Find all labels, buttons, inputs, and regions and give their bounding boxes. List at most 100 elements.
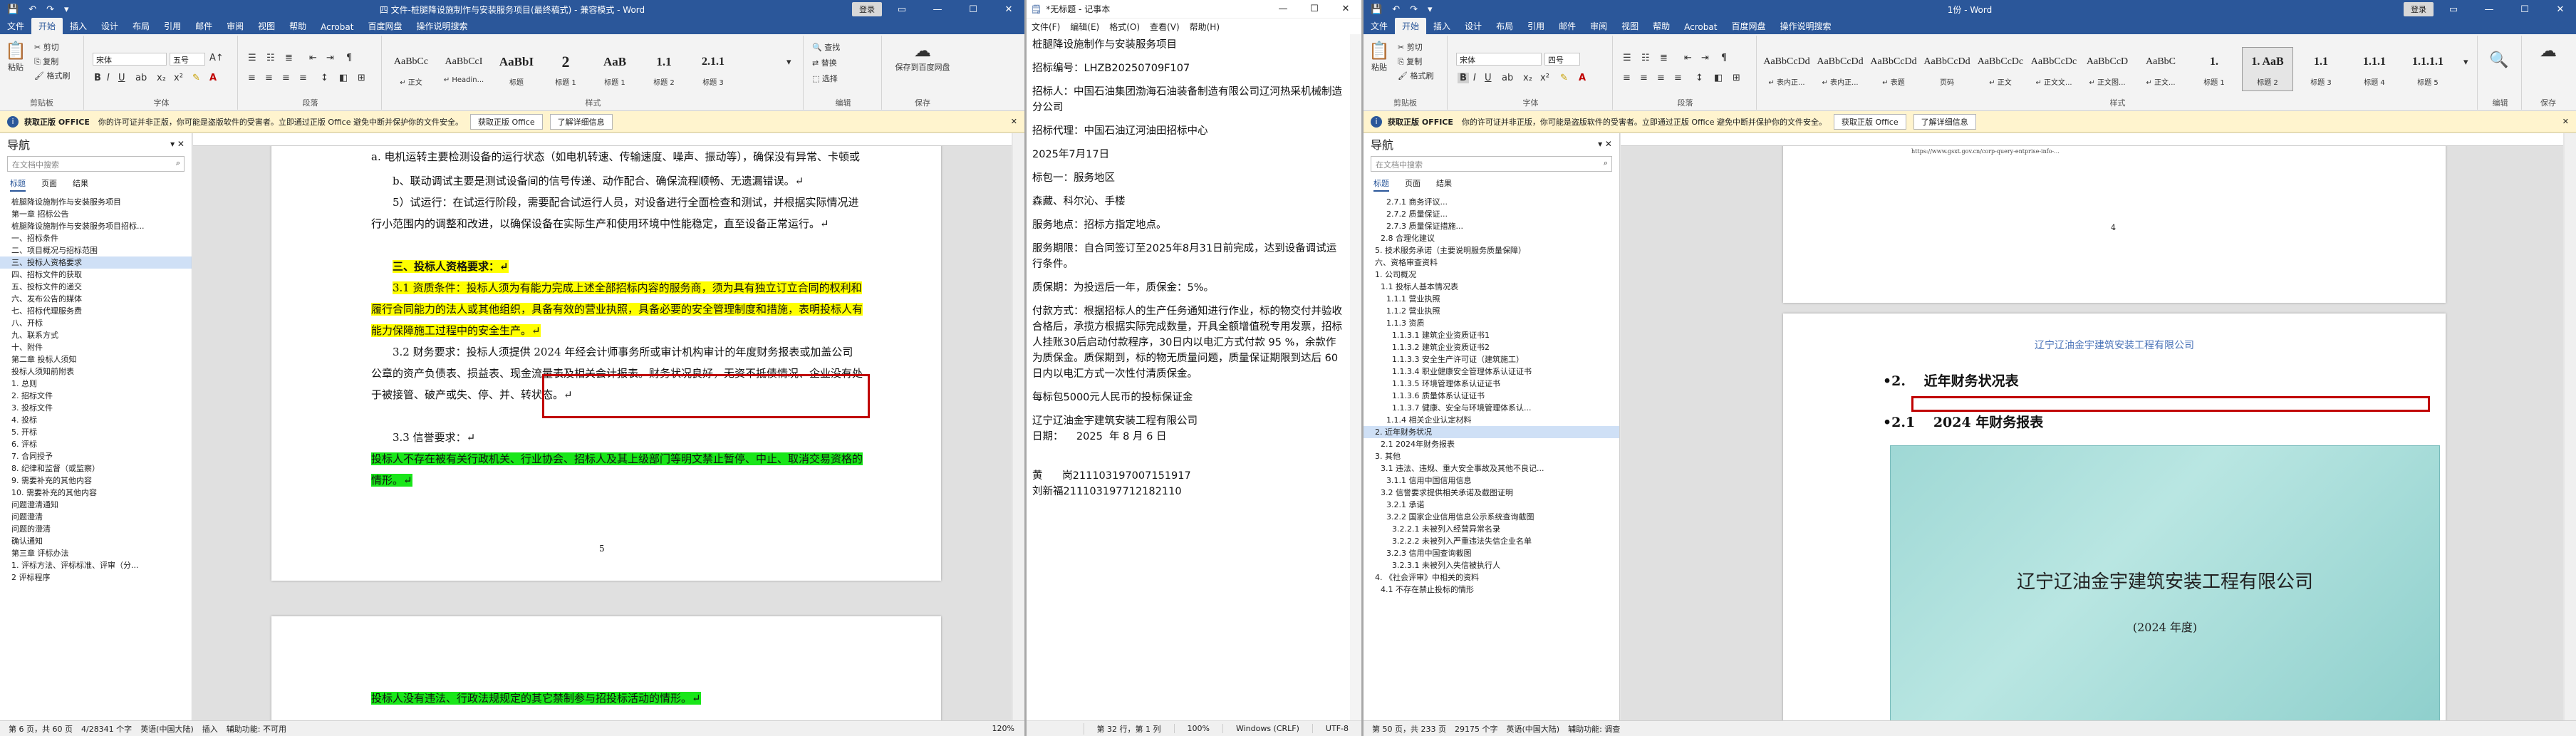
tab-layout[interactable]: 布局 xyxy=(1489,18,1520,34)
nav-item[interactable]: 1.1.2 营业执照 xyxy=(1364,305,1619,317)
tab-view[interactable]: 视图 xyxy=(251,18,282,34)
close-bar-icon[interactable]: ✕ xyxy=(2562,117,2569,126)
nav-item[interactable]: 1.1.3.4 职业健康安全管理体系认证证书 xyxy=(1364,366,1619,378)
word-count[interactable]: 4/28341 个字 xyxy=(81,723,132,735)
word-count[interactable]: 29175 个字 xyxy=(1455,723,1498,735)
font-color-icon[interactable]: A xyxy=(209,73,217,83)
page-count[interactable]: 第 6 页，共 60 页 xyxy=(9,723,73,735)
tab-home[interactable]: 开始 xyxy=(31,18,63,34)
nav-item[interactable]: 5. 技术服务承诺（主要说明服务质量保障） xyxy=(1364,244,1619,256)
paste-button[interactable]: 📋 粘贴 xyxy=(3,40,28,73)
nav-tab-headings[interactable]: 标题 xyxy=(10,177,26,192)
nav-item[interactable]: 第二章 投标人须知 xyxy=(0,353,192,366)
nav-item[interactable]: 二、项目概况与招标范围 xyxy=(0,244,192,256)
baidu-save-button[interactable]: ☁ 保存到百度网盘 xyxy=(890,40,955,73)
customize-icon[interactable]: ▾ xyxy=(64,4,69,15)
tab-review[interactable]: 审阅 xyxy=(1583,18,1614,34)
font-size-select[interactable]: 五号 xyxy=(170,53,205,66)
close-button[interactable]: ✕ xyxy=(1330,4,1361,14)
redo-icon[interactable]: ↷ xyxy=(46,4,54,15)
borders-icon[interactable]: ⊞ xyxy=(1733,73,1740,83)
maximize-button[interactable]: ☐ xyxy=(1299,4,1330,14)
get-office-button[interactable]: 获取正版 Office xyxy=(1834,113,1906,130)
nav-item[interactable]: 4. 投标 xyxy=(0,414,192,426)
find-button[interactable]: 🔍 查找 xyxy=(812,41,840,53)
styles-more-icon[interactable]: ▾ xyxy=(2463,57,2468,68)
style-option[interactable]: 1.1.1 标题 4 xyxy=(2349,47,2400,91)
nav-item[interactable]: 4. 《社会评审》中相关的资料 xyxy=(1364,571,1619,584)
align-center-icon[interactable]: ≡ xyxy=(265,73,273,83)
nav-item[interactable]: 三、投标人资格要求 xyxy=(0,256,192,269)
language[interactable]: 英语(中国大陆) xyxy=(140,723,194,735)
tab-baidu[interactable]: 百度网盘 xyxy=(1724,18,1772,34)
line-spacing-icon[interactable]: ↕ xyxy=(1695,73,1703,83)
nav-item[interactable]: 3.2.1 承诺 xyxy=(1364,499,1619,511)
tab-insert[interactable]: 插入 xyxy=(1426,18,1458,34)
nav-item[interactable]: 2.7.3 质量保证措施... xyxy=(1364,220,1619,232)
language[interactable]: 英语(中国大陆) xyxy=(1506,723,1559,735)
maximize-button[interactable]: ☐ xyxy=(2509,4,2540,15)
nav-item[interactable]: 桩腿降设施制作与安装服务项目招标... xyxy=(0,220,192,232)
style-option[interactable]: AaBbCcDd ↵ 表题 xyxy=(1868,47,1919,91)
nav-tab-pages[interactable]: 页面 xyxy=(1405,177,1421,192)
style-normal[interactable]: AaBbCc ↵ 正文 xyxy=(386,47,436,91)
font-size-select[interactable]: 四号 xyxy=(1544,53,1580,66)
page-count[interactable]: 第 50 页，共 233 页 xyxy=(1372,723,1446,735)
nav-item[interactable]: 3.1 违法、违规、重大安全事故及其他不良记... xyxy=(1364,462,1619,475)
vertical-scrollbar[interactable] xyxy=(1013,133,1024,720)
nav-item[interactable]: 2.1 2024年财务报表 xyxy=(1364,438,1619,450)
subscript-icon[interactable]: x₂ xyxy=(1523,73,1532,83)
nav-item[interactable]: 投标人须知前附表 xyxy=(0,366,192,378)
get-office-button[interactable]: 获取正版 Office xyxy=(470,113,543,130)
nav-item[interactable]: 第三章 评标办法 xyxy=(0,547,192,559)
nav-item[interactable]: 1.1.3.2 建筑企业资质证书2 xyxy=(1364,341,1619,353)
menu-file[interactable]: 文件(F) xyxy=(1027,21,1065,33)
nav-item[interactable]: 2. 近年财务状况 xyxy=(1364,426,1619,438)
minimize-button[interactable]: — xyxy=(2473,4,2505,15)
nav-item[interactable]: 1.1.3.5 环境管理体系认证证书 xyxy=(1364,378,1619,390)
nav-item[interactable]: 3.2 信誉要求提供相关承诺及截图证明 xyxy=(1364,487,1619,499)
tab-view[interactable]: 视图 xyxy=(1614,18,1646,34)
nav-item[interactable]: 1.1.3 资质 xyxy=(1364,317,1619,329)
nav-tab-pages[interactable]: 页面 xyxy=(41,177,57,192)
undo-icon[interactable]: ↶ xyxy=(1392,4,1400,15)
tab-design[interactable]: 设计 xyxy=(94,18,125,34)
tell-me-search[interactable]: 操作说明搜索 xyxy=(1772,18,1838,34)
borders-icon[interactable]: ⊞ xyxy=(358,73,365,83)
tab-references[interactable]: 引用 xyxy=(1520,18,1552,34)
tab-home[interactable]: 开始 xyxy=(1395,18,1427,34)
nav-item[interactable]: 七、招标代理服务费 xyxy=(0,305,192,317)
tab-references[interactable]: 引用 xyxy=(157,18,188,34)
superscript-icon[interactable]: x² xyxy=(1540,73,1549,83)
align-center-icon[interactable]: ≡ xyxy=(1640,73,1648,83)
align-right-icon[interactable]: ≡ xyxy=(282,73,290,83)
nav-item[interactable]: 3.1.1 信用中国信用信息 xyxy=(1364,475,1619,487)
nav-item[interactable]: 5. 开标 xyxy=(0,426,192,438)
nav-item[interactable]: 2. 招标文件 xyxy=(0,390,192,402)
ribbon-options-icon[interactable]: ▭ xyxy=(2438,4,2469,15)
nav-item[interactable]: 五、投标文件的递交 xyxy=(0,281,192,293)
nav-item[interactable]: 3.2.3.1 未被列入失信被执行人 xyxy=(1364,559,1619,571)
nav-item[interactable]: 7. 合同授予 xyxy=(0,450,192,462)
multilevel-icon[interactable]: ≣ xyxy=(285,53,293,63)
nav-item[interactable]: 1.1 投标人基本情况表 xyxy=(1364,281,1619,293)
style-heading[interactable]: AaBbCcI ↵ Headin... xyxy=(439,47,489,91)
nav-item[interactable]: 十、附件 xyxy=(0,341,192,353)
nav-search-input[interactable]: 在文档中搜索 ⌕ xyxy=(7,156,185,172)
nav-item[interactable]: 1. 公司概况 xyxy=(1364,269,1619,281)
ribbon-options-icon[interactable]: ▭ xyxy=(886,4,918,15)
nav-item[interactable]: 6. 评标 xyxy=(0,438,192,450)
menu-edit[interactable]: 编辑(E) xyxy=(1065,21,1104,33)
tab-acrobat[interactable]: Acrobat xyxy=(1677,20,1724,34)
zoom-level[interactable]: 120% xyxy=(992,724,1014,733)
align-left-icon[interactable]: ≡ xyxy=(248,73,256,83)
nav-item[interactable]: 问题澄清通知 xyxy=(0,499,192,511)
signin-button[interactable]: 登录 xyxy=(852,2,882,16)
tab-help[interactable]: 帮助 xyxy=(1646,18,1677,34)
signin-button[interactable]: 登录 xyxy=(2404,2,2434,16)
nav-item[interactable]: 1. 评标方法、评标标准、评审（分... xyxy=(0,559,192,571)
superscript-icon[interactable]: x² xyxy=(174,73,183,83)
style-heading1[interactable]: 2 标题 1 xyxy=(544,47,587,91)
style-option[interactable]: AaBbC ↵ 正文... xyxy=(2135,47,2186,91)
minimize-button[interactable]: — xyxy=(922,4,953,15)
